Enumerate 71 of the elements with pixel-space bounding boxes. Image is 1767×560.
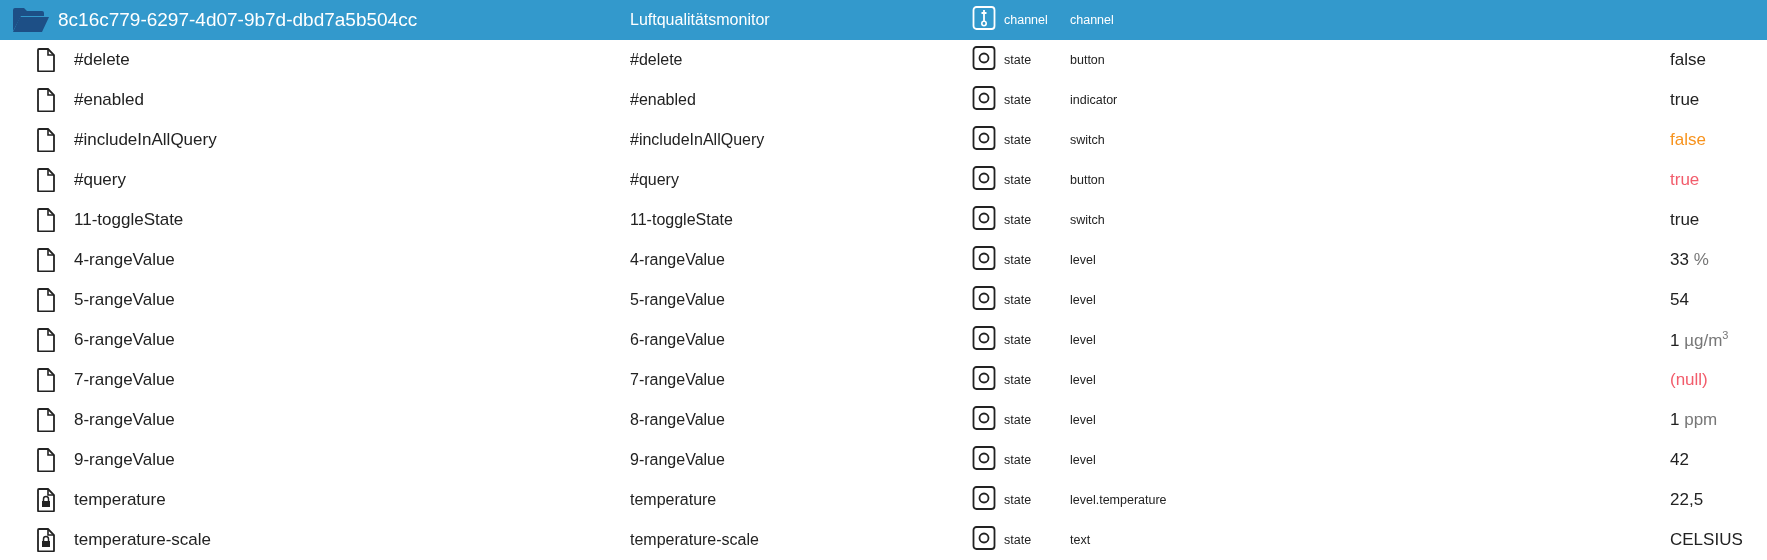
object-type: state [1004, 293, 1033, 307]
object-role: level [1070, 333, 1097, 347]
object-id: 4-rangeValue [74, 250, 175, 270]
object-type: state [1004, 253, 1033, 267]
object-type: state [1004, 373, 1033, 387]
object-name: #includeInAllQuery [630, 131, 766, 149]
object-name: 5-rangeValue [630, 291, 726, 309]
object-name: Luftqualitätsmonitor [630, 11, 771, 29]
object-name: temperature-scale [630, 531, 760, 549]
object-name: temperature [630, 491, 718, 509]
object-id: #enabled [74, 90, 144, 110]
object-value: 22,5 [1670, 490, 1704, 509]
object-value: 42 [1670, 450, 1689, 469]
object-value: true [1670, 170, 1700, 189]
object-id: 9-rangeValue [74, 450, 175, 470]
object-type: state [1004, 533, 1033, 547]
object-type: state [1004, 93, 1033, 107]
object-value: (null) [1670, 370, 1708, 389]
object-id: #query [74, 170, 126, 190]
object-type: state [1004, 213, 1033, 227]
object-name: 9-rangeValue [630, 451, 726, 469]
object-role: level [1070, 373, 1097, 387]
object-role: switch [1070, 213, 1106, 227]
object-value: false [1670, 50, 1706, 69]
object-id: 11-toggleState [74, 210, 184, 230]
object-id: #delete [74, 50, 130, 70]
object-value: false [1670, 130, 1706, 149]
object-value: 1 µg/m$^{3}$ [1670, 330, 1729, 350]
object-role: level [1070, 413, 1097, 427]
object-role: button [1070, 173, 1106, 187]
object-id: 5-rangeValue [74, 290, 175, 310]
object-value: true [1670, 210, 1700, 229]
object-value: 33 % [1670, 250, 1709, 269]
object-role: button [1070, 53, 1106, 67]
object-name: #query [630, 171, 680, 189]
object-name: #enabled [630, 91, 697, 109]
object-id: 8-rangeValue [74, 410, 175, 430]
object-value: true [1670, 90, 1700, 109]
object-id: 6-rangeValue [74, 330, 175, 350]
object-value: 54 [1670, 290, 1689, 309]
object-role: level.temperature [1070, 493, 1168, 507]
tree-row[interactable]: 8c16c779-6297-4d07-9b7d-dbd7a5b504cc Luftqualitätsmonitor channel channel [0, 0, 1767, 40]
object-type: channel [1004, 13, 1049, 27]
object-role: level [1070, 293, 1097, 307]
object-id: #includeInAllQuery [74, 130, 217, 150]
object-id: 8c16c779-6297-4d07-9b7d-dbd7a5b504cc [58, 9, 418, 31]
object-role: indicator [1070, 93, 1119, 107]
object-type: state [1004, 453, 1033, 467]
object-role: text [1070, 533, 1092, 547]
object-name: 8-rangeValue [630, 411, 726, 429]
object-role: channel [1070, 13, 1115, 27]
object-type: state [1004, 493, 1033, 507]
channel-icon [972, 5, 996, 31]
object-id: temperature [74, 490, 166, 510]
object-type: state [1004, 333, 1033, 347]
object-role: switch [1070, 133, 1106, 147]
object-type: state [1004, 173, 1033, 187]
object-id: 7-rangeValue [74, 370, 175, 390]
object-value: 1 ppm [1670, 410, 1718, 429]
object-role: level [1070, 453, 1097, 467]
object-role: level [1070, 253, 1097, 267]
object-name: 11-toggleState [630, 211, 734, 229]
object-name: 6-rangeValue [630, 331, 726, 349]
object-id: temperature-scale [74, 530, 211, 550]
object-name: #delete [630, 51, 684, 69]
object-value: CELSIUS [1670, 530, 1743, 549]
object-name: 7-rangeValue [630, 371, 726, 389]
object-type: state [1004, 53, 1033, 67]
object-name: 4-rangeValue [630, 251, 726, 269]
object-type: state [1004, 133, 1033, 147]
object-type: state [1004, 413, 1033, 427]
